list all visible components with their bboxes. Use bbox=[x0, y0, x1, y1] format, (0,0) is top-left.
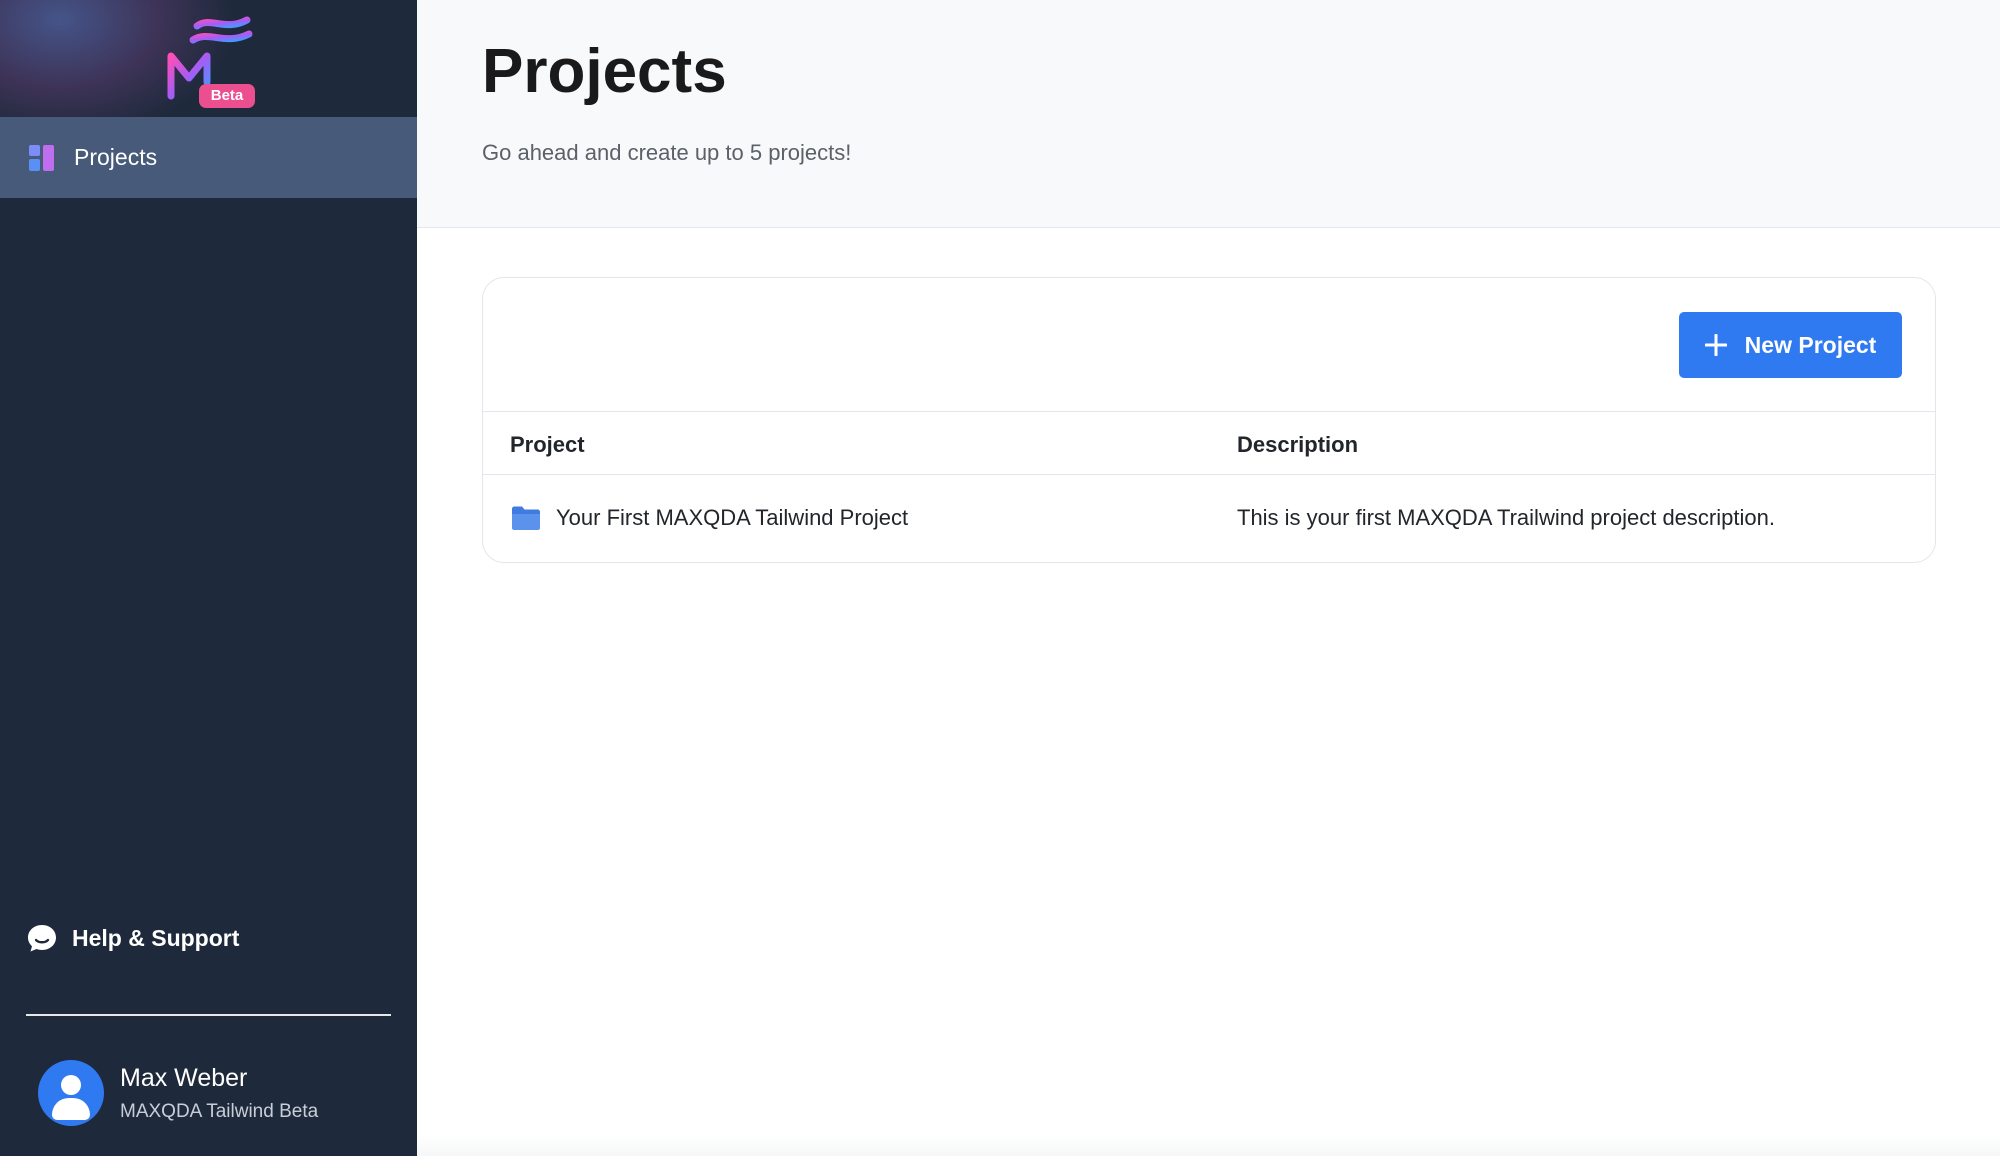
user-subtitle: MAXQDA Tailwind Beta bbox=[120, 1100, 319, 1122]
project-description-cell: This is your first MAXQDA Trailwind proj… bbox=[1237, 505, 1775, 530]
sidebar: Beta Projects Help & Support Max Weber M… bbox=[0, 0, 417, 1156]
page-title: Projects bbox=[482, 37, 727, 106]
logo-area: Beta bbox=[0, 0, 417, 117]
sidebar-item-projects[interactable]: Projects bbox=[0, 117, 417, 198]
new-project-label: New Project bbox=[1744, 331, 1877, 358]
plus-icon bbox=[1704, 334, 1727, 356]
column-header-project[interactable]: Project bbox=[510, 432, 585, 458]
chat-bubble-icon bbox=[28, 925, 56, 952]
project-name-cell[interactable]: Your First MAXQDA Tailwind Project bbox=[556, 505, 908, 531]
page-footer bbox=[417, 1134, 2000, 1156]
user-info: Max Weber MAXQDA Tailwind Beta bbox=[120, 1064, 318, 1123]
help-support-link[interactable]: Help & Support bbox=[26, 922, 239, 954]
projects-card: New Project Project Description Your Fir… bbox=[482, 277, 1936, 563]
column-header-description[interactable]: Description bbox=[1237, 432, 1358, 458]
user-name: Max Weber bbox=[120, 1063, 248, 1092]
help-support-label: Help & Support bbox=[72, 924, 240, 951]
page-subtitle: Go ahead and create up to 5 projects! bbox=[482, 140, 852, 165]
folder-icon bbox=[512, 506, 540, 530]
user-profile[interactable]: Max Weber MAXQDA Tailwind Beta bbox=[38, 1060, 318, 1126]
sidebar-divider bbox=[26, 1014, 391, 1016]
new-project-button[interactable]: New Project bbox=[1679, 312, 1902, 378]
page-header: Projects Go ahead and create up to 5 pro… bbox=[417, 0, 2000, 228]
dashboard-grid-icon bbox=[29, 144, 54, 171]
user-avatar-icon bbox=[38, 1060, 104, 1126]
beta-badge: Beta bbox=[199, 84, 255, 108]
sidebar-item-label: Projects bbox=[74, 144, 158, 170]
table-header: Project Description bbox=[483, 411, 1935, 475]
table-row[interactable]: Your First MAXQDA Tailwind Project This … bbox=[483, 475, 1935, 562]
